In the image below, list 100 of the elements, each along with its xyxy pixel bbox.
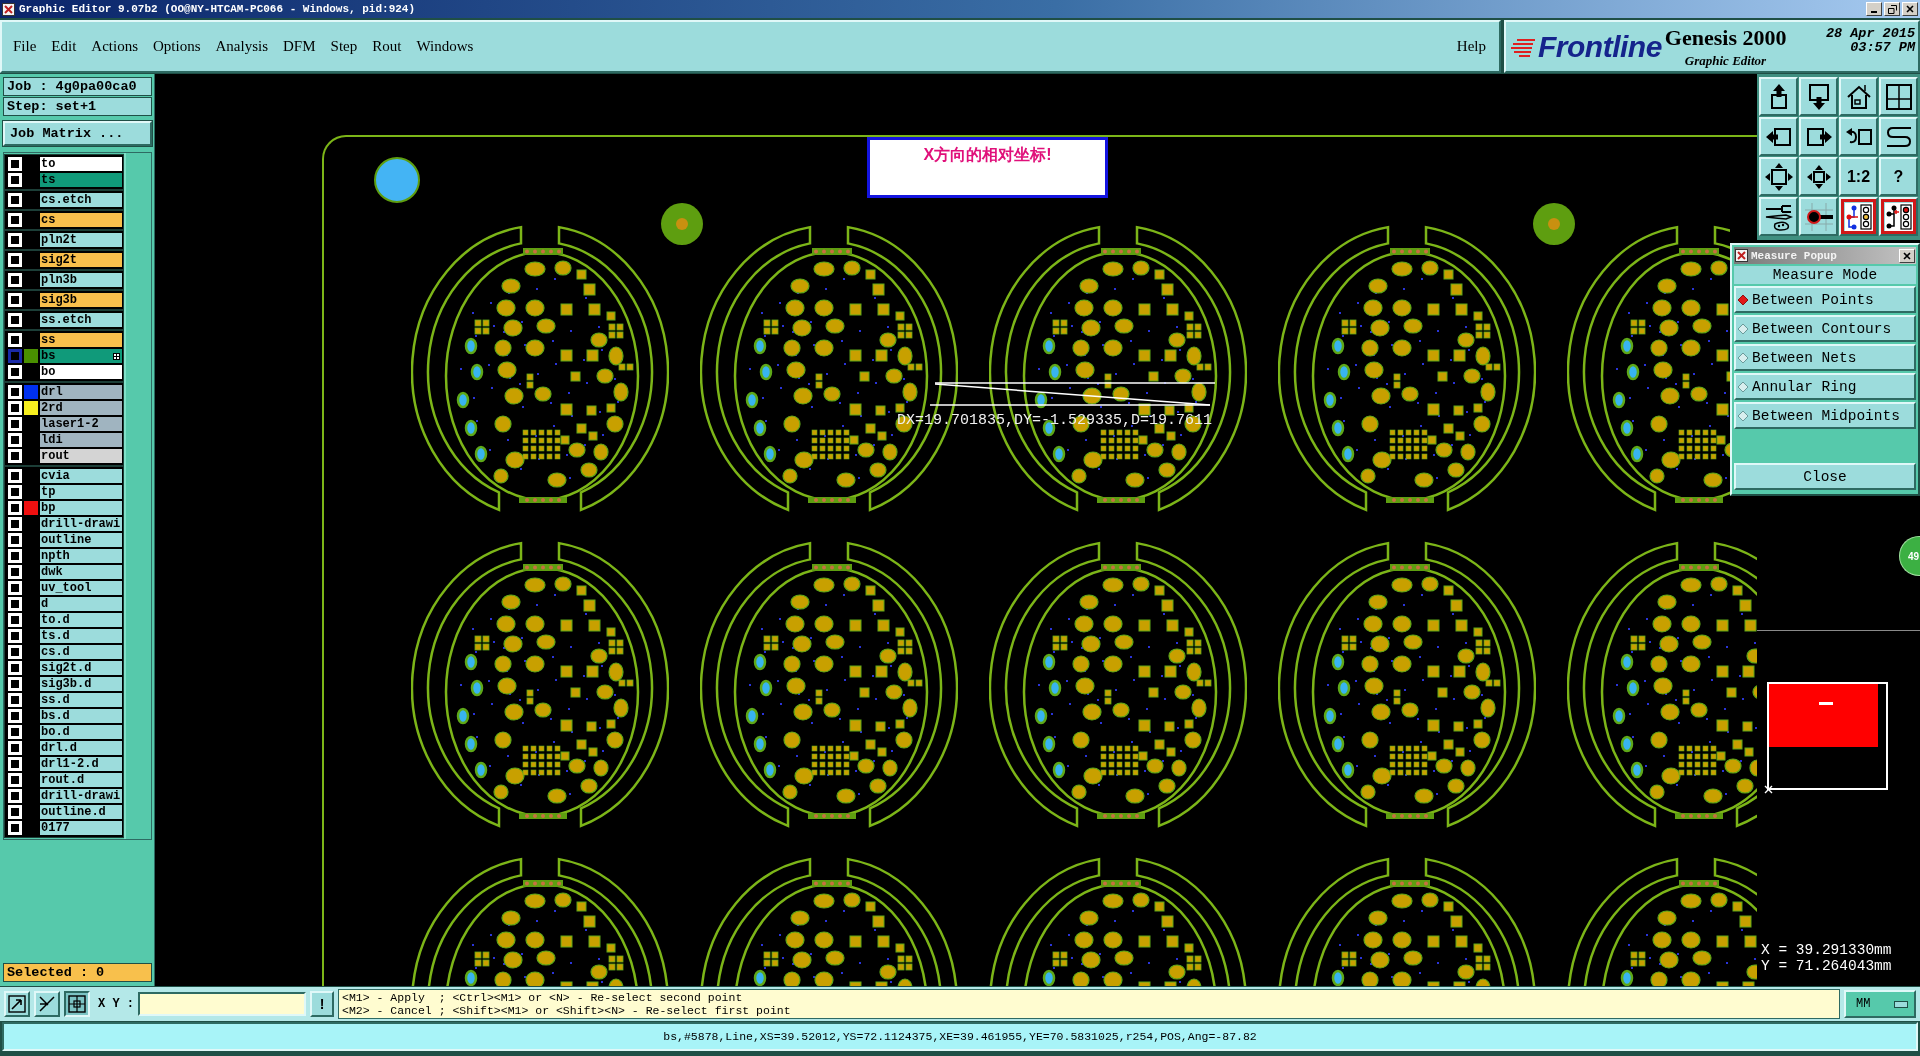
measure-mode-option[interactable]: Between Nets: [1734, 344, 1916, 371]
restore-icon: [1887, 4, 1897, 14]
product-subtitle: Graphic Editor: [1684, 52, 1767, 68]
menu-item[interactable]: Rout: [371, 36, 403, 57]
layer-name[interactable]: drl1-2.d: [40, 757, 122, 771]
measure-mode-option[interactable]: Between Points: [1734, 286, 1916, 313]
layer-name[interactable]: to: [40, 157, 122, 171]
alert-button[interactable]: !: [310, 991, 334, 1017]
net-circuit-icon: [1843, 201, 1874, 232]
toolbar-button[interactable]: [1759, 77, 1798, 116]
job-name: Job : 4g0pa00ca0: [3, 77, 152, 96]
y-coordinate: Y = 71.264043mm: [1761, 958, 1893, 974]
toolbar-button[interactable]: [1799, 117, 1838, 156]
layer-name[interactable]: bs: [40, 349, 122, 363]
layer-name[interactable]: uv_tool: [40, 581, 122, 595]
grid-target-icon: [68, 995, 86, 1013]
toolbar-button[interactable]: [1839, 117, 1878, 156]
position-mark-icon: [1819, 702, 1833, 705]
toolbar-button[interactable]: [1839, 77, 1878, 116]
xy-label: X Y :: [98, 997, 134, 1011]
layer-name[interactable]: cs: [40, 213, 122, 227]
layer-name[interactable]: cs.d: [40, 645, 122, 659]
minimize-button[interactable]: [1866, 2, 1882, 16]
date-text: 28 Apr 2015: [1825, 26, 1915, 41]
layer-name[interactable]: drl.d: [40, 741, 122, 755]
round-pad-icon: [374, 157, 420, 203]
menu-item[interactable]: Analysis: [214, 36, 270, 57]
layer-name[interactable]: outline: [40, 533, 122, 547]
layer-name[interactable]: bs.d: [40, 709, 122, 723]
job-matrix-button[interactable]: Job Matrix ...: [3, 121, 152, 146]
layer-name[interactable]: 2rd: [40, 401, 122, 415]
close-popup-button[interactable]: Close: [1734, 463, 1916, 490]
close-icon: [1903, 251, 1911, 260]
layer-name[interactable]: ts.d: [40, 629, 122, 643]
layer-name[interactable]: drl: [40, 385, 122, 399]
hint-text: <M1> - Apply ; <Ctrl><M1> or <N> - Re-select second point: [342, 991, 744, 1004]
layer-name[interactable]: bo.d: [40, 725, 122, 739]
popup-title: Measure Popup: [1751, 249, 1838, 262]
layer-name[interactable]: ss.etch: [40, 313, 122, 327]
close-button[interactable]: [1902, 2, 1918, 16]
layer-name[interactable]: pln3b: [40, 273, 122, 287]
layer-name[interactable]: sig2t: [40, 253, 122, 267]
xy-input[interactable]: [138, 992, 306, 1016]
menu-item[interactable]: Windows: [415, 36, 475, 57]
help-menu[interactable]: Help: [1455, 36, 1487, 57]
toolbar-button[interactable]: [1759, 197, 1798, 236]
layer-name[interactable]: laser1-2: [40, 417, 122, 431]
toolbar-button[interactable]: ?: [1879, 157, 1918, 196]
toolbar-button[interactable]: [1759, 157, 1798, 196]
menu-item[interactable]: Step: [329, 36, 359, 57]
layer-name[interactable]: drill-drawi: [40, 789, 122, 803]
toolbar-button[interactable]: [1879, 77, 1918, 116]
toolbar-button[interactable]: [1799, 197, 1838, 236]
restore-button[interactable]: [1884, 2, 1900, 16]
toolbar-button[interactable]: [1879, 197, 1918, 236]
layer-name[interactable]: dwk: [40, 565, 122, 579]
measure-mode-option[interactable]: Annular Ring: [1734, 373, 1916, 400]
units-button[interactable]: MM: [1844, 990, 1916, 1018]
cross-logo-icon: [1735, 249, 1748, 262]
menu-item[interactable]: DFM: [282, 36, 317, 57]
window-title: Graphic Editor 9.07b2 (OO@NY-HTCAM-PC066 - Windows, pid:924): [19, 2, 417, 17]
toolbar-button[interactable]: [1799, 157, 1838, 196]
layer-name[interactable]: sig3b: [40, 293, 122, 307]
layer-name[interactable]: cs.etch: [40, 193, 122, 207]
layer-name[interactable]: sig2t.d: [40, 661, 122, 675]
brand-logo: Frontline: [1538, 29, 1662, 64]
layer-name[interactable]: rout: [40, 449, 122, 463]
layer-name[interactable]: d: [40, 597, 122, 611]
command-tool-button[interactable]: [64, 991, 90, 1017]
layer-name[interactable]: outline.d: [40, 805, 122, 819]
toolbar-button[interactable]: [1839, 197, 1878, 236]
layer-checkbox[interactable]: [8, 349, 22, 363]
popup-close-button[interactable]: [1899, 248, 1915, 263]
menu-item[interactable]: Edit: [50, 36, 78, 57]
measure-mode-option[interactable]: Between Midpoints: [1734, 402, 1916, 429]
menu-item[interactable]: File: [12, 36, 38, 57]
layer-name[interactable]: bo: [40, 365, 122, 379]
layer-name[interactable]: ldi: [40, 433, 122, 447]
layer-name[interactable]: npth: [40, 549, 122, 563]
toolbar-button[interactable]: 1:2: [1839, 157, 1878, 196]
toolbar-button[interactable]: [1879, 117, 1918, 156]
layer-name[interactable]: tp: [40, 485, 122, 499]
layer-name[interactable]: ss.d: [40, 693, 122, 707]
layer-name[interactable]: ss: [40, 333, 122, 347]
layer-name[interactable]: rout.d: [40, 773, 122, 787]
menu-item[interactable]: Options: [152, 36, 202, 57]
layer-name[interactable]: bp: [40, 501, 122, 515]
layer-name[interactable]: to.d: [40, 613, 122, 627]
toolbar-button[interactable]: [1799, 77, 1838, 116]
toolbar-button[interactable]: [1759, 117, 1798, 156]
layer-name[interactable]: ts: [40, 173, 122, 187]
layer-name[interactable]: sig3b.d: [40, 677, 122, 691]
ring-pad-icon: [1533, 203, 1575, 245]
layer-name[interactable]: pln2t: [40, 233, 122, 247]
x-coordinate: X = 39.291330mm: [1761, 942, 1893, 958]
menu-item[interactable]: Actions: [90, 36, 139, 57]
measure-mode-option[interactable]: Between Contours: [1734, 315, 1916, 342]
layer-name[interactable]: 0177: [40, 821, 122, 835]
layer-name[interactable]: cvia: [40, 469, 122, 483]
layer-name[interactable]: drill-drawi: [40, 517, 122, 531]
